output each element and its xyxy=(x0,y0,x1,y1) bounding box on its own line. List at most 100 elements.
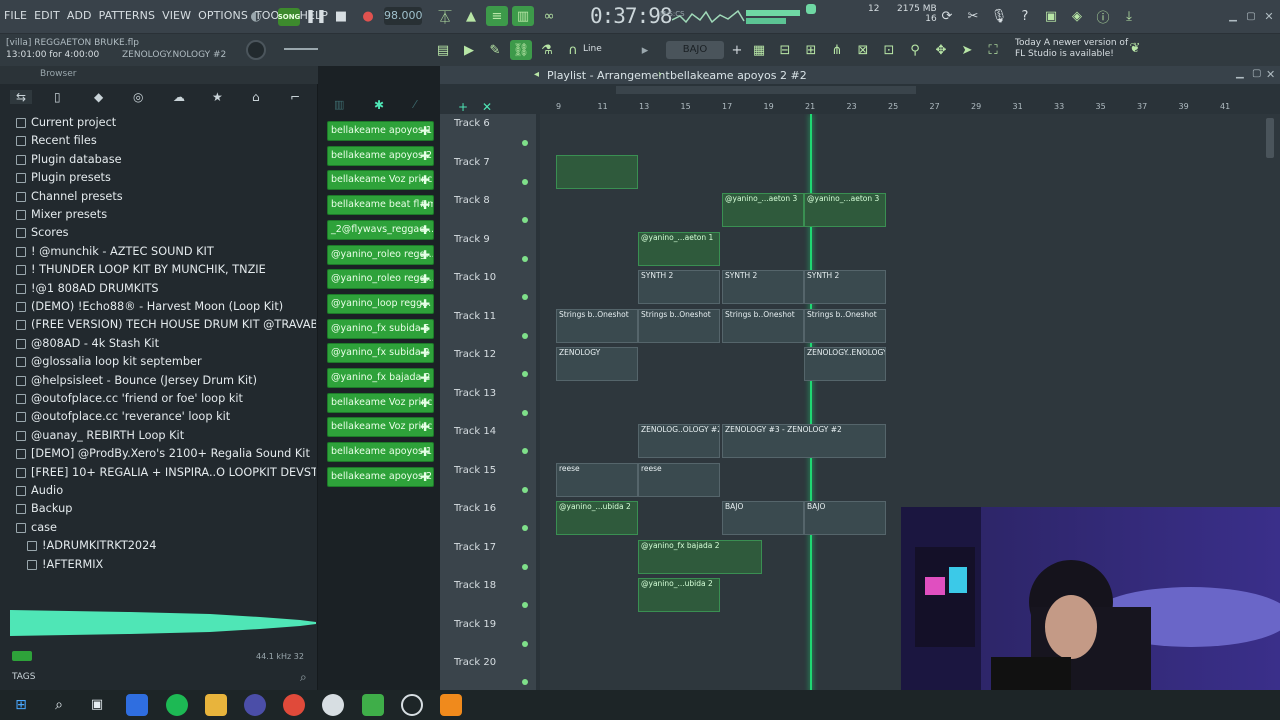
pattern-item[interactable]: bellakeame apoyos 1 ✚ xyxy=(327,121,434,141)
loop-record-icon[interactable]: ∞ xyxy=(538,6,560,26)
app-icon-3[interactable] xyxy=(401,694,423,716)
step-edit-icon[interactable]: ▥ xyxy=(512,6,534,26)
track-mute-led[interactable] xyxy=(522,409,528,416)
playlist-close-icon[interactable]: ✕ xyxy=(1266,68,1275,81)
link-icon[interactable]: ⛓ xyxy=(510,40,532,60)
track-label[interactable]: Track 12 xyxy=(454,349,496,360)
menu-file[interactable]: FILE xyxy=(4,9,27,22)
browser-item[interactable]: ! @munchik - AZTEC SOUND KIT xyxy=(0,243,316,261)
plugin-picker-icon[interactable]: ✥ xyxy=(930,40,952,60)
song-mode-toggle[interactable]: SONG xyxy=(278,8,300,26)
pattern-song-icon[interactable]: ◐ xyxy=(245,6,267,26)
menu-add[interactable]: ADD xyxy=(67,9,92,22)
browser-item[interactable]: !@1 808AD DRUMKITS xyxy=(0,280,316,298)
pattern-item[interactable]: bellakeame Voz princ... ✚ xyxy=(327,417,434,438)
task-view-icon[interactable]: ▣ xyxy=(86,694,108,716)
playlist-clip[interactable]: SYNTH 2 xyxy=(804,270,886,304)
track-label[interactable]: Track 15 xyxy=(454,465,496,476)
picker-automation-icon[interactable]: ⁄ xyxy=(414,98,416,111)
view-icon-3[interactable]: ⊞ xyxy=(800,40,822,60)
pencil-icon[interactable]: ✎ xyxy=(484,40,506,60)
browser-item[interactable]: ! THUNDER LOOP KIT BY MUNCHIK, TNZIE xyxy=(0,261,316,279)
picker-audio-icon[interactable]: ✱ xyxy=(374,98,384,112)
browser-item[interactable]: Channel presets xyxy=(0,188,316,206)
remove-track-icon[interactable]: ✕ xyxy=(482,100,492,114)
pattern-add-icon[interactable]: ✚ xyxy=(420,369,430,387)
browser-all-tab-icon[interactable]: ⇆ xyxy=(10,90,33,104)
browser-files-icon[interactable]: ▯ xyxy=(54,90,61,104)
pattern-add-icon[interactable]: ✚ xyxy=(420,320,430,338)
browser-subitem[interactable]: !ADRUMKITRKT2024 xyxy=(0,537,316,555)
pattern-add-icon[interactable]: ✚ xyxy=(420,196,430,214)
track-label[interactable]: Track 7 xyxy=(454,157,490,168)
track-label[interactable]: Track 6 xyxy=(454,118,490,129)
sample-waveform-preview[interactable] xyxy=(10,606,316,640)
playlist-clip[interactable]: Strings b..Oneshot xyxy=(722,308,804,343)
snap-selector[interactable]: BAJO xyxy=(666,41,724,59)
view-icon-1[interactable]: ▦ xyxy=(748,40,770,60)
cart-icon[interactable]: ⛶ xyxy=(982,40,1004,60)
browser-world-icon[interactable]: ◎ xyxy=(133,90,143,104)
close-icon[interactable]: ✕ xyxy=(1258,6,1280,26)
pattern-item[interactable]: @yanino_fx subida 5 ✚ xyxy=(327,318,434,339)
track-mute-led[interactable] xyxy=(522,294,528,300)
arrow-right-icon[interactable]: ▸ xyxy=(634,40,656,60)
pattern-add-icon[interactable]: ✚ xyxy=(420,295,430,313)
menu-view[interactable]: VIEW xyxy=(162,9,191,22)
pause-button[interactable]: ❚❚ xyxy=(305,6,327,26)
browser-item[interactable]: (DEMO) !Echo88® - Harvest Moon (Loop Kit… xyxy=(0,298,316,316)
chrome-icon[interactable] xyxy=(283,694,305,716)
pattern-item[interactable]: @yanino_fx subida 2 ✚ xyxy=(327,343,434,364)
browser-item[interactable]: Current project xyxy=(0,114,316,132)
browser-item[interactable]: [FREE] 10+ REGALIA + INSPIRA..O LOOPKIT … xyxy=(0,464,316,482)
start-icon[interactable]: ⊞ xyxy=(10,694,32,716)
metronome-icon[interactable]: ⏄ xyxy=(434,6,456,26)
browser-item[interactable]: Scores xyxy=(0,224,316,242)
pattern-item[interactable]: @yanino_roleo regg... ✚ xyxy=(327,269,434,290)
menu-edit[interactable]: EDIT xyxy=(34,9,60,22)
track-mute-led[interactable] xyxy=(522,178,528,185)
playlist-minimize-icon[interactable]: ▁ xyxy=(1236,68,1244,79)
playlist-clip[interactable]: @yanino_...ubida 2 xyxy=(556,501,638,535)
pattern-item[interactable]: bellakeame apoyos 1... ✚ xyxy=(327,442,434,463)
playlist-clip[interactable]: @yanino_fx bajada 2 xyxy=(638,539,762,574)
browser-icon[interactable]: ⚲ xyxy=(904,40,926,60)
track-label[interactable]: Track 19 xyxy=(454,619,496,630)
playlist-arrow-icon[interactable]: ◂ xyxy=(534,69,539,80)
pattern-add-icon[interactable]: ✚ xyxy=(420,443,430,461)
mixer-view-icon[interactable]: ⋔ xyxy=(826,40,848,60)
snap-mode-label[interactable]: Line xyxy=(583,44,602,54)
playlist-clip[interactable]: Strings b..Oneshot xyxy=(556,308,638,343)
track-label[interactable]: Track 14 xyxy=(454,426,496,437)
pattern-item[interactable]: bellakeame apoyos 2 ✚ xyxy=(327,145,434,166)
pattern-item[interactable]: bellakeame apoyos 2... ✚ xyxy=(327,466,434,487)
pattern-add-icon[interactable]: ✚ xyxy=(420,122,430,140)
pattern-add-icon[interactable]: ✚ xyxy=(420,246,430,264)
browser-tag-icon[interactable]: ⌂ xyxy=(252,90,260,104)
browser-item[interactable]: Plugin database xyxy=(0,151,316,169)
tags-search-icon[interactable]: ⌕ xyxy=(300,670,307,685)
playlist-clip[interactable]: @yanino_...aeton 3 xyxy=(804,193,886,227)
horizontal-scrollbar[interactable] xyxy=(616,86,916,94)
app-icon-1[interactable] xyxy=(126,694,148,716)
tags-label[interactable]: TAGS xyxy=(12,672,35,682)
menu-options[interactable]: OPTIONS xyxy=(198,9,248,22)
add-track-icon[interactable]: + xyxy=(458,100,468,114)
pattern-add-icon[interactable]: ✚ xyxy=(420,171,430,189)
mic-icon[interactable]: 🎙 xyxy=(988,6,1010,26)
browser-item[interactable]: Plugin presets xyxy=(0,169,316,187)
track-mute-led[interactable] xyxy=(522,371,528,377)
playlist-clip[interactable]: SYNTH 2 xyxy=(638,270,720,304)
record-button[interactable]: ● xyxy=(357,6,379,26)
pattern-add-icon[interactable]: ✚ xyxy=(420,270,430,288)
tempo-display[interactable]: 98.000 xyxy=(384,7,423,25)
magnet-icon[interactable]: ∩ xyxy=(562,40,584,60)
preview-play-button[interactable] xyxy=(12,651,32,661)
track-mute-led[interactable] xyxy=(522,486,528,493)
pattern-item[interactable]: @yanino_roleo regg... ✚ xyxy=(327,244,434,265)
info-icon[interactable]: ⓘ xyxy=(1092,6,1114,26)
track-label[interactable]: Track 16 xyxy=(454,503,496,514)
add-icon[interactable]: + xyxy=(726,40,748,60)
track-mute-led[interactable] xyxy=(522,640,528,647)
help-icon[interactable]: ? xyxy=(1014,6,1036,26)
